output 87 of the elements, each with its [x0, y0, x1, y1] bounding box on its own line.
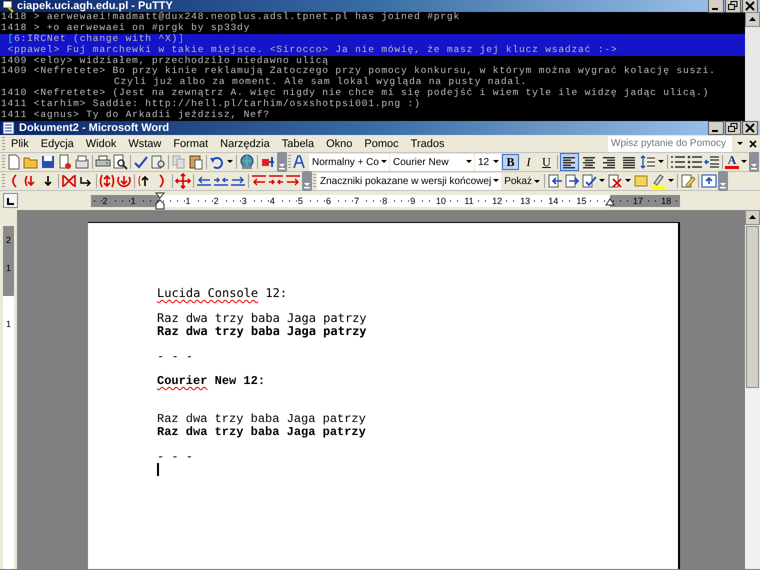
right-indent-marker-icon[interactable] — [605, 198, 615, 206]
restore-button[interactable] — [725, 0, 741, 13]
scrollbar-thumb[interactable] — [746, 226, 759, 388]
font-color-button[interactable]: A — [724, 155, 739, 169]
font-combo[interactable]: Courier New — [390, 154, 474, 170]
close-button[interactable] — [742, 121, 758, 135]
close-icon[interactable] — [748, 138, 758, 148]
menu-item[interactable]: Widok — [80, 138, 122, 150]
window-title: ciapek.uci.agh.edu.pl - PuTTY — [17, 0, 174, 12]
document-line: Lucida Console 12: — [157, 287, 288, 300]
bold-button[interactable]: B — [502, 154, 519, 170]
toolbar-options-icon[interactable] — [277, 152, 287, 172]
cycle-arrow-icon[interactable] — [116, 173, 132, 189]
terminal-line: 1418 > aerwewaei!madmatt@dux248.neoplus.adsl.tpnet.pl has joined #prgk — [0, 12, 462, 23]
highlight-icon[interactable] — [650, 173, 666, 189]
expand-segment-icon[interactable] — [99, 173, 115, 189]
scroll-up-button[interactable] — [745, 210, 760, 225]
toolbar-options-icon[interactable] — [302, 171, 312, 191]
line-spacing-icon[interactable] — [640, 154, 656, 170]
underline-button[interactable]: U — [538, 154, 555, 170]
document-permission-icon[interactable] — [57, 154, 73, 170]
research-icon[interactable] — [150, 154, 166, 170]
menu-item[interactable]: Okno — [320, 138, 358, 150]
text-cursor — [157, 463, 159, 476]
align-left-button[interactable] — [560, 153, 579, 171]
accept-change-icon[interactable] — [580, 173, 597, 189]
terminal-line: 1409 <Nefretete> Bo przy kinie reklamują Zatoczego przy pomocy konkursu, w którym można wygrać kolację suszi. — [0, 66, 717, 77]
document-line: - - - — [157, 450, 194, 464]
markup-combo[interactable]: Znaczniki pokazane w wersji końcowej — [317, 172, 502, 190]
square-cross-arrow-icon[interactable] — [260, 154, 276, 170]
indent-marker-icon[interactable] — [155, 192, 165, 210]
caret-icon — [534, 178, 540, 184]
document-map-icon[interactable] — [700, 173, 717, 189]
tab-stop-icon — [6, 196, 14, 204]
outdent-icon[interactable] — [704, 154, 720, 170]
terminal-line: 1411 <agnus> Ty do Arkadii jeździsz, Nef? — [0, 110, 271, 121]
terminal-app-icon — [2, 0, 14, 13]
menu-item[interactable]: Trados — [404, 138, 450, 150]
font-size-combo[interactable]: 12 — [474, 154, 501, 170]
menu-item[interactable]: Wstaw — [122, 138, 168, 150]
reviewing-pane-icon[interactable] — [680, 173, 696, 189]
document-line: Courier New 12: — [157, 375, 266, 388]
help-search-field[interactable]: Wpisz pytanie do Pomocy — [608, 136, 732, 152]
horizontal-ruler: 2 1 1 2 3 4 5 6 7 8 9 10 11 12 13 14 15 17 18 — [91, 194, 680, 206]
bullets-icon[interactable] — [686, 154, 703, 170]
next-change-icon[interactable] — [564, 173, 580, 189]
show-menu-button[interactable]: Pokaż — [502, 176, 542, 186]
menu-item[interactable]: Tabela — [276, 138, 320, 150]
document-line: Raz dwa trzy baba Jaga patrzy — [157, 312, 368, 325]
terminal-line: Czyli już albo za moment. Ale sam lokal wygląda na pusty nadal. — [113, 77, 528, 88]
tab-selector[interactable] — [3, 193, 18, 208]
globe-link-icon[interactable] — [239, 154, 255, 170]
document-page[interactable]: Lucida Console 12: Raz dwa trzy baba Jaga patrzy Raz dwa trzy baba Jaga patrzy - - - Courier New 12: Raz dwa trzy baba Jaga patrzy Raz dwa trzy baba Jaga patrzy - - - — [88, 222, 680, 569]
email-document-icon[interactable] — [74, 154, 90, 170]
document-line: - - - — [157, 350, 194, 363]
document-line: Raz dwa trzy baba Jaga patrzy — [157, 426, 367, 438]
terminal-line: 1418 > +o aerwewaei on #prgk by sp33dy — [0, 22, 252, 34]
menu-item[interactable]: Plik — [5, 138, 35, 150]
vertical-ruler: 2 1 1 — [3, 226, 14, 569]
reject-change-icon[interactable] — [606, 173, 623, 189]
move-cross-icon[interactable] — [175, 173, 191, 189]
terminal-line: 1411 <tarhim> Saddie: http://hell.pl/tarhim/osxshotpsi001.png :) — [0, 99, 422, 110]
menu-item[interactable]: Pomoc — [358, 138, 405, 150]
terminal-line: 1410 <Nefretete> (Jest na zewnątrz A. więc nigdy nie chce mi się podejść i wiem tyle ile widzę jadąc ulicą.) — [0, 88, 710, 99]
italic-button[interactable]: I — [520, 154, 537, 170]
spelling-icon[interactable] — [133, 154, 149, 170]
terminal-line: 1409 <eloy> widziałem, przechodziło niedawno ulicą — [0, 56, 330, 66]
window-title: Dokument2 - Microsoft Word — [19, 122, 170, 134]
save-icon[interactable] — [40, 154, 56, 170]
style-combo[interactable]: Normalny + Co — [309, 154, 389, 170]
document-line: Raz dwa trzy baba Jaga patrzy — [157, 412, 367, 426]
minimize-button[interactable] — [708, 0, 724, 13]
close-button[interactable] — [742, 0, 758, 13]
print-preview-icon[interactable] — [112, 154, 128, 170]
menu-item[interactable]: Narzędzia — [214, 138, 276, 150]
restore-button[interactable] — [725, 121, 741, 135]
previous-change-icon[interactable] — [546, 173, 563, 189]
menu-item[interactable]: Edycja — [34, 138, 80, 150]
delete-segment-icon[interactable] — [61, 173, 77, 189]
menu-item[interactable]: Format — [167, 138, 214, 150]
undo-icon[interactable] — [209, 154, 225, 170]
paste-icon[interactable] — [188, 154, 204, 170]
document-line: Raz dwa trzy baba Jaga patrzy — [157, 324, 368, 338]
minimize-button[interactable] — [708, 121, 724, 135]
scroll-up-button[interactable] — [745, 12, 760, 27]
numbering-icon[interactable] — [670, 154, 686, 170]
document-app-icon — [2, 121, 16, 135]
